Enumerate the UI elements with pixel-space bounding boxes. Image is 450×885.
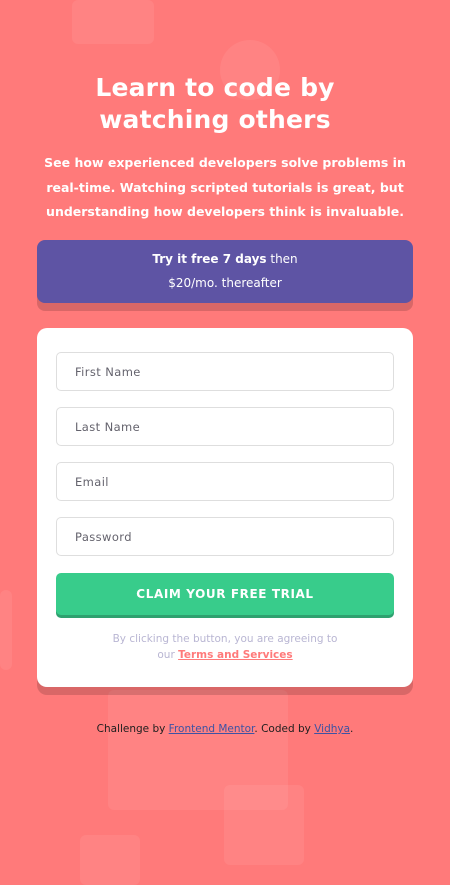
- offer-bold-text: Try it free 7 days: [152, 252, 267, 266]
- title-line-1: Learn to code by: [95, 73, 335, 102]
- offer-line-2: $20/mo. thereafter: [168, 276, 282, 290]
- frontend-mentor-link[interactable]: Frontend Mentor: [169, 723, 255, 735]
- attribution-footer: Challenge by Frontend Mentor. Coded by V…: [0, 723, 450, 735]
- page-title: Learn to code by watching others: [0, 72, 430, 136]
- signup-form: CLAIM YOUR FREE TRIAL By clicking the bu…: [37, 328, 413, 687]
- author-link[interactable]: Vidhya: [314, 723, 350, 735]
- terms-line-2: our Terms and Services: [37, 647, 413, 663]
- first-name-field[interactable]: [56, 352, 394, 391]
- last-name-field[interactable]: [56, 407, 394, 446]
- page: Learn to code by watching others See how…: [0, 0, 450, 885]
- email-field[interactable]: [56, 462, 394, 501]
- background-pattern-icon: [80, 835, 140, 885]
- footer-suffix: .: [350, 723, 354, 735]
- terms-notice: By clicking the button, you are agreeing…: [37, 631, 413, 663]
- terms-our-text: our: [157, 649, 179, 661]
- terms-line-1: By clicking the button, you are agreeing…: [112, 633, 338, 645]
- offer-then-text: then: [266, 252, 298, 266]
- background-pattern-icon: [72, 0, 154, 44]
- password-field[interactable]: [56, 517, 394, 556]
- claim-free-trial-button[interactable]: CLAIM YOUR FREE TRIAL: [56, 573, 394, 615]
- title-line-2: watching others: [99, 105, 331, 134]
- offer-line-1: Try it free 7 days then: [37, 247, 413, 271]
- background-pattern-icon: [224, 785, 304, 865]
- offer-banner: Try it free 7 days then $20/mo. thereaft…: [37, 240, 413, 303]
- background-pattern-icon: [0, 590, 12, 670]
- terms-link[interactable]: Terms and Services: [178, 649, 293, 661]
- footer-middle: . Coded by: [254, 723, 315, 735]
- footer-prefix: Challenge by: [96, 723, 169, 735]
- intro-text: See how experienced developers solve pro…: [44, 155, 406, 219]
